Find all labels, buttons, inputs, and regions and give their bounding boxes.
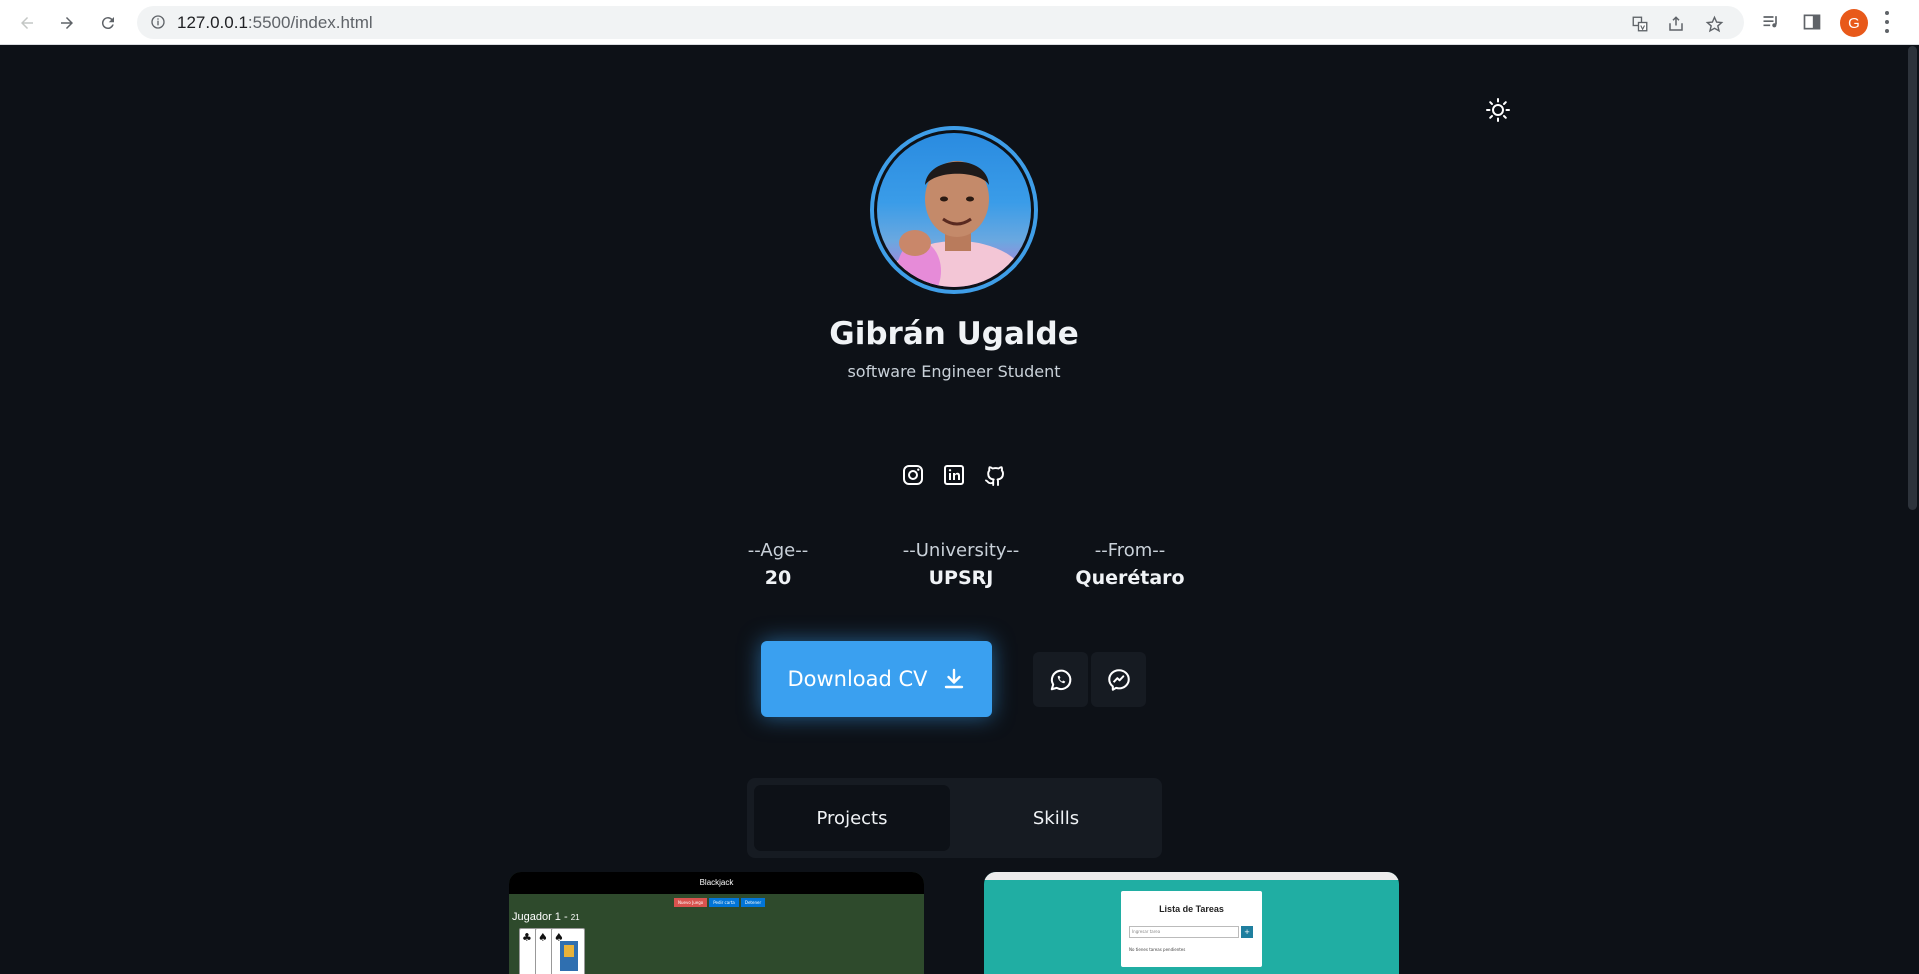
stat-label: --From-- — [1094, 540, 1166, 561]
project-card-todo[interactable]: Lista de Tareas Ingresar tarea + No tien… — [984, 872, 1399, 974]
side-panel-icon[interactable] — [1802, 12, 1822, 32]
todo-empty-text: No tienes tareas pendientes — [1129, 947, 1186, 952]
profile-photo — [870, 126, 1038, 294]
project-card-blackjack[interactable]: Blackjack Nuevo Juego Pedir carta Detene… — [509, 872, 924, 974]
stat-age: --Age-- 20 — [720, 540, 836, 589]
github-icon — [985, 466, 1004, 486]
instagram-icon — [903, 465, 923, 485]
download-icon — [944, 668, 963, 689]
profile-subtitle: software Engineer Student — [847, 362, 1061, 381]
portfolio-page: Gibrán Ugalde software Engineer Student … — [0, 46, 1906, 974]
back-button[interactable] — [12, 8, 42, 38]
bookmark-star-icon[interactable] — [1705, 15, 1724, 34]
blackjack-buttons: Nuevo Juego Pedir carta Detener — [674, 898, 766, 907]
todo-app-window: Lista de Tareas Ingresar tarea + No tien… — [1121, 891, 1262, 967]
browser-menu-icon[interactable] — [1884, 11, 1890, 33]
tab-projects[interactable]: Projects — [754, 785, 950, 851]
blackjack-stand-button: Detener — [740, 898, 766, 907]
player-name: Jugador 1 - — [512, 911, 571, 923]
theme-toggle-button[interactable] — [1483, 95, 1513, 125]
whatsapp-button[interactable] — [1033, 652, 1088, 707]
url-path: :5500/index.html — [247, 13, 373, 32]
reload-icon — [101, 17, 114, 30]
stat-value: Querétaro — [1075, 567, 1185, 589]
stat-university: --University-- UPSRJ — [871, 540, 1051, 589]
stat-value: 20 — [764, 567, 792, 589]
stat-label: --University-- — [902, 540, 1020, 561]
blackjack-new-game-button: Nuevo Juego — [674, 898, 708, 907]
reload-button[interactable] — [93, 8, 123, 38]
back-arrow-icon — [21, 17, 33, 29]
messenger-button[interactable] — [1091, 652, 1146, 707]
browser-toolbar: 127.0.0.1:5500/index.html G — [0, 0, 1919, 45]
reading-list-icon[interactable] — [1761, 12, 1781, 32]
player-score: 21 — [570, 913, 580, 922]
download-cv-button[interactable]: Download CV — [761, 641, 992, 717]
tab-skills[interactable]: Skills — [958, 785, 1154, 851]
blackjack-player-label: Jugador 1 - 21 — [512, 911, 580, 923]
messenger-icon — [1107, 668, 1130, 691]
profile-name: Gibrán Ugalde — [829, 316, 1079, 352]
stat-label: --Age-- — [747, 540, 809, 561]
github-link[interactable] — [982, 462, 1008, 488]
linkedin-link[interactable] — [941, 462, 967, 488]
blackjack-hit-button: Pedir carta — [709, 898, 739, 907]
linkedin-icon — [944, 465, 964, 485]
scrollbar-thumb[interactable] — [1908, 46, 1917, 510]
social-links — [900, 462, 1008, 488]
url-text: 127.0.0.1:5500/index.html — [177, 13, 373, 33]
stat-from: --From-- Querétaro — [1060, 540, 1200, 589]
url-host: 127.0.0.1 — [177, 13, 248, 32]
whatsapp-icon — [1050, 669, 1071, 690]
page-scrollbar[interactable] — [1906, 46, 1919, 974]
svg-text:♠: ♠ — [538, 931, 548, 944]
instagram-link[interactable] — [900, 462, 926, 488]
profile-avatar[interactable]: G — [1840, 9, 1868, 37]
forward-arrow-icon — [61, 17, 73, 29]
blackjack-header: Blackjack — [509, 872, 924, 894]
svg-text:♣: ♣ — [522, 931, 532, 944]
portrait-illustration — [887, 161, 1027, 287]
download-cv-label: Download CV — [787, 667, 928, 691]
playing-card: ♠ — [551, 928, 585, 974]
todo-screenshot-chrome — [984, 872, 1399, 880]
todo-add-button: + — [1241, 926, 1253, 938]
face-card-icon: ♠ — [554, 931, 578, 971]
site-info-icon[interactable] — [150, 14, 166, 30]
sun-icon — [1486, 98, 1510, 122]
todo-input: Ingresar tarea — [1129, 926, 1239, 938]
forward-button[interactable] — [52, 8, 82, 38]
stat-value: UPSRJ — [928, 567, 994, 589]
profile-stats: --Age-- 20 --University-- UPSRJ --From--… — [720, 540, 1200, 600]
address-bar[interactable]: 127.0.0.1:5500/index.html — [137, 6, 1744, 39]
section-tabs: Projects Skills — [747, 778, 1162, 858]
share-icon[interactable] — [1667, 15, 1685, 33]
translate-icon[interactable] — [1631, 15, 1649, 33]
todo-title: Lista de Tareas — [1159, 904, 1224, 914]
